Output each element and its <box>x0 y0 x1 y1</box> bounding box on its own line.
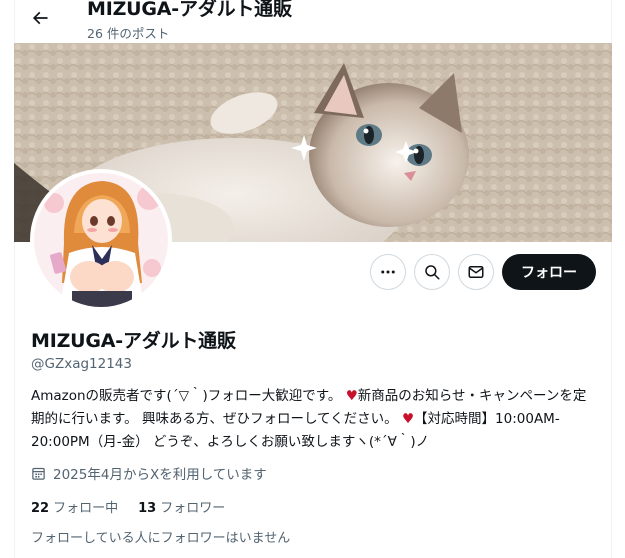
back-button[interactable] <box>24 2 56 34</box>
search-profile-button[interactable] <box>414 254 450 290</box>
followers-link[interactable]: 13 フォロワー <box>138 497 225 516</box>
arrow-left-icon <box>32 11 48 25</box>
following-count: 22 <box>31 501 50 516</box>
joined-text: 2025年4月からXを利用しています <box>53 467 267 483</box>
profile-bio: Amazonの販売者です(´▽｀)フォロー大歓迎です。 ♥新商品のお知らせ・キャ… <box>31 385 599 454</box>
more-button[interactable] <box>370 254 406 290</box>
header-title: MIZUGA-アダルト通販 <box>87 0 292 20</box>
post-count: 26 件のポスト <box>87 26 170 41</box>
followers-you-know-note: フォローしている人にフォロワーはいません <box>31 531 291 546</box>
follow-stats: 22 フォロー中 13 フォロワー <box>31 497 245 516</box>
follow-button[interactable]: フォロー <box>502 254 596 290</box>
search-icon <box>425 265 440 280</box>
followers-label: フォロワー <box>160 501 226 516</box>
avatar[interactable] <box>30 169 172 311</box>
more-horizontal-icon <box>381 270 395 274</box>
followers-count: 13 <box>138 501 157 516</box>
following-link[interactable]: 22 フォロー中 <box>31 497 118 516</box>
avatar-illustration <box>34 173 168 307</box>
following-label: フォロー中 <box>53 501 119 516</box>
message-button[interactable] <box>458 254 494 290</box>
envelope-icon <box>468 266 484 278</box>
bio-text-1: Amazonの販売者です(´▽｀)フォロー大歓迎です。 <box>31 388 342 404</box>
heart-icon: ♥ <box>345 388 358 404</box>
profile-name: MIZUGA-アダルト通販 <box>31 330 236 352</box>
calendar-icon <box>31 466 46 481</box>
heart-icon: ♥ <box>401 411 415 427</box>
profile-handle: @GZxag12143 <box>31 356 132 372</box>
joined-date: 2025年4月からXを利用しています <box>31 463 267 483</box>
